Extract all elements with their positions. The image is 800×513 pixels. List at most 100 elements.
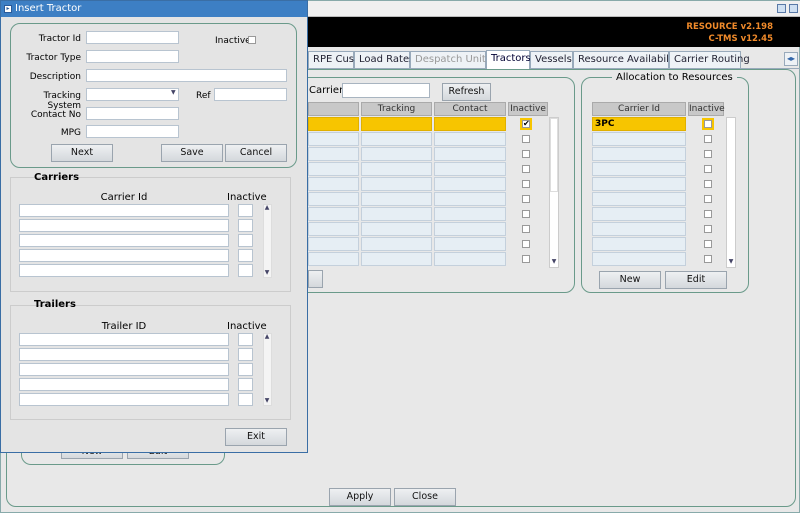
grid-cell-contact[interactable] bbox=[434, 192, 506, 206]
allocation-row[interactable] bbox=[592, 207, 686, 221]
dialog-menu-icon[interactable]: ▸ bbox=[4, 5, 12, 13]
allocation-inactive-checkbox[interactable] bbox=[704, 240, 712, 248]
allocation-inactive-checkbox[interactable] bbox=[704, 165, 712, 173]
inactive-checkbox[interactable] bbox=[522, 255, 530, 263]
grid-cell-tracking[interactable] bbox=[361, 222, 432, 236]
carriers-id-cell[interactable] bbox=[19, 219, 229, 232]
ref-input[interactable] bbox=[214, 88, 287, 101]
carrier-filter-input[interactable] bbox=[342, 83, 430, 98]
inactive-checkbox[interactable] bbox=[522, 195, 530, 203]
trailers-id-cell[interactable] bbox=[19, 348, 229, 361]
trailers-id-cell[interactable] bbox=[19, 378, 229, 391]
allocation-inactive-checkbox[interactable] bbox=[704, 225, 712, 233]
grid-cell-contact[interactable] bbox=[434, 117, 506, 131]
mpg-input[interactable] bbox=[86, 125, 179, 138]
carriers-id-cell[interactable] bbox=[19, 234, 229, 247]
grid-cell[interactable] bbox=[308, 237, 359, 251]
inactive-checkbox[interactable] bbox=[522, 240, 530, 248]
allocation-row[interactable] bbox=[592, 237, 686, 251]
tractor-type-input[interactable] bbox=[86, 50, 179, 63]
carriers-inactive-cell[interactable] bbox=[238, 219, 253, 232]
inactive-checkbox[interactable] bbox=[522, 165, 530, 173]
allocation-scrollbar[interactable] bbox=[726, 117, 736, 268]
allocation-inactive-checkbox[interactable] bbox=[704, 135, 712, 143]
tab-carrier-routing[interactable]: Carrier Routing bbox=[669, 51, 750, 68]
grid-hidden-button[interactable] bbox=[308, 270, 323, 288]
close-button[interactable]: Close bbox=[394, 488, 456, 506]
carriers-id-cell[interactable] bbox=[19, 264, 229, 277]
maximize-icon[interactable] bbox=[789, 4, 798, 13]
tracking-system-select[interactable] bbox=[86, 88, 179, 101]
grid-cell-tracking[interactable] bbox=[361, 162, 432, 176]
tab-scroll-arrows-icon[interactable]: ◂▸ bbox=[784, 52, 798, 66]
grid-cell[interactable] bbox=[308, 192, 359, 206]
inactive-checkbox-checked[interactable]: ✔ bbox=[520, 118, 532, 130]
grid-cell-contact[interactable] bbox=[434, 237, 506, 251]
trailers-inactive-cell[interactable] bbox=[238, 378, 253, 391]
tab-load-rates[interactable]: Load Rates bbox=[354, 51, 414, 68]
grid-scrollbar[interactable] bbox=[549, 117, 559, 268]
grid-cell-tracking[interactable] bbox=[361, 192, 432, 206]
grid-cell[interactable] bbox=[308, 222, 359, 236]
grid-cell-contact[interactable] bbox=[434, 177, 506, 191]
allocation-scroll-down-icon[interactable]: ▼ bbox=[726, 258, 736, 265]
trailers-inactive-cell[interactable] bbox=[238, 393, 253, 406]
carriers-scrollbar[interactable] bbox=[263, 204, 272, 278]
allocation-inactive-checkbox[interactable] bbox=[704, 195, 712, 203]
grid-cell[interactable] bbox=[308, 147, 359, 161]
allocation-inactive-checkbox[interactable] bbox=[704, 210, 712, 218]
apply-button[interactable]: Apply bbox=[329, 488, 391, 506]
inactive-checkbox[interactable] bbox=[522, 150, 530, 158]
refresh-button[interactable]: Refresh bbox=[442, 83, 491, 101]
tab-tractors[interactable]: Tractors bbox=[486, 50, 531, 69]
grid-cell-tracking[interactable] bbox=[361, 132, 432, 146]
trailers-scroll-up-icon[interactable]: ▲ bbox=[262, 333, 272, 340]
tab-resource-availability[interactable]: Resource Availability bbox=[573, 51, 682, 68]
trailers-inactive-cell[interactable] bbox=[238, 363, 253, 376]
cancel-button[interactable]: Cancel bbox=[225, 144, 287, 162]
contact-no-input[interactable] bbox=[86, 107, 179, 120]
grid-cell-tracking[interactable] bbox=[361, 147, 432, 161]
carriers-scroll-down-icon[interactable]: ▼ bbox=[262, 269, 272, 276]
allocation-row[interactable] bbox=[592, 177, 686, 191]
carriers-inactive-cell[interactable] bbox=[238, 249, 253, 262]
save-button[interactable]: Save bbox=[161, 144, 223, 162]
grid-cell-tracking[interactable] bbox=[361, 207, 432, 221]
tab-rpe-cust[interactable]: RPE Cust bbox=[308, 51, 358, 68]
grid-cell-contact[interactable] bbox=[434, 162, 506, 176]
carriers-inactive-cell[interactable] bbox=[238, 264, 253, 277]
inactive-checkbox[interactable] bbox=[522, 135, 530, 143]
tab-vessels[interactable]: Vessels bbox=[530, 51, 573, 68]
allocation-new-button[interactable]: New bbox=[599, 271, 661, 289]
allocation-row[interactable] bbox=[592, 147, 686, 161]
carriers-inactive-cell[interactable] bbox=[238, 204, 253, 217]
grid-cell[interactable] bbox=[308, 252, 359, 266]
tab-despatch-units[interactable]: Despatch Units bbox=[410, 51, 491, 68]
allocation-inactive-checkbox[interactable] bbox=[702, 118, 714, 130]
grid-cell[interactable] bbox=[308, 132, 359, 146]
allocation-edit-button[interactable]: Edit bbox=[665, 271, 727, 289]
allocation-row[interactable]: 3PC bbox=[592, 117, 686, 131]
exit-button[interactable]: Exit bbox=[225, 428, 287, 446]
description-input[interactable] bbox=[86, 69, 287, 82]
dropdown-arrow-icon[interactable]: ▼ bbox=[171, 89, 176, 96]
grid-cell-contact[interactable] bbox=[434, 252, 506, 266]
minimize-icon[interactable] bbox=[777, 4, 786, 13]
grid-cell-tracking[interactable] bbox=[361, 117, 432, 131]
tractor-id-input[interactable] bbox=[86, 31, 179, 44]
grid-cell[interactable] bbox=[308, 207, 359, 221]
inactive-checkbox[interactable] bbox=[248, 36, 256, 44]
allocation-row[interactable] bbox=[592, 192, 686, 206]
carriers-id-cell[interactable] bbox=[19, 204, 229, 217]
trailers-scrollbar[interactable] bbox=[263, 333, 272, 406]
carriers-id-cell[interactable] bbox=[19, 249, 229, 262]
grid-cell-contact[interactable] bbox=[434, 222, 506, 236]
trailers-inactive-cell[interactable] bbox=[238, 348, 253, 361]
next-button[interactable]: Next bbox=[51, 144, 113, 162]
allocation-inactive-checkbox[interactable] bbox=[704, 255, 712, 263]
carriers-scroll-up-icon[interactable]: ▲ bbox=[262, 204, 272, 211]
allocation-inactive-checkbox[interactable] bbox=[704, 180, 712, 188]
allocation-inactive-checkbox[interactable] bbox=[704, 150, 712, 158]
grid-cell-tracking[interactable] bbox=[361, 237, 432, 251]
inactive-checkbox[interactable] bbox=[522, 180, 530, 188]
